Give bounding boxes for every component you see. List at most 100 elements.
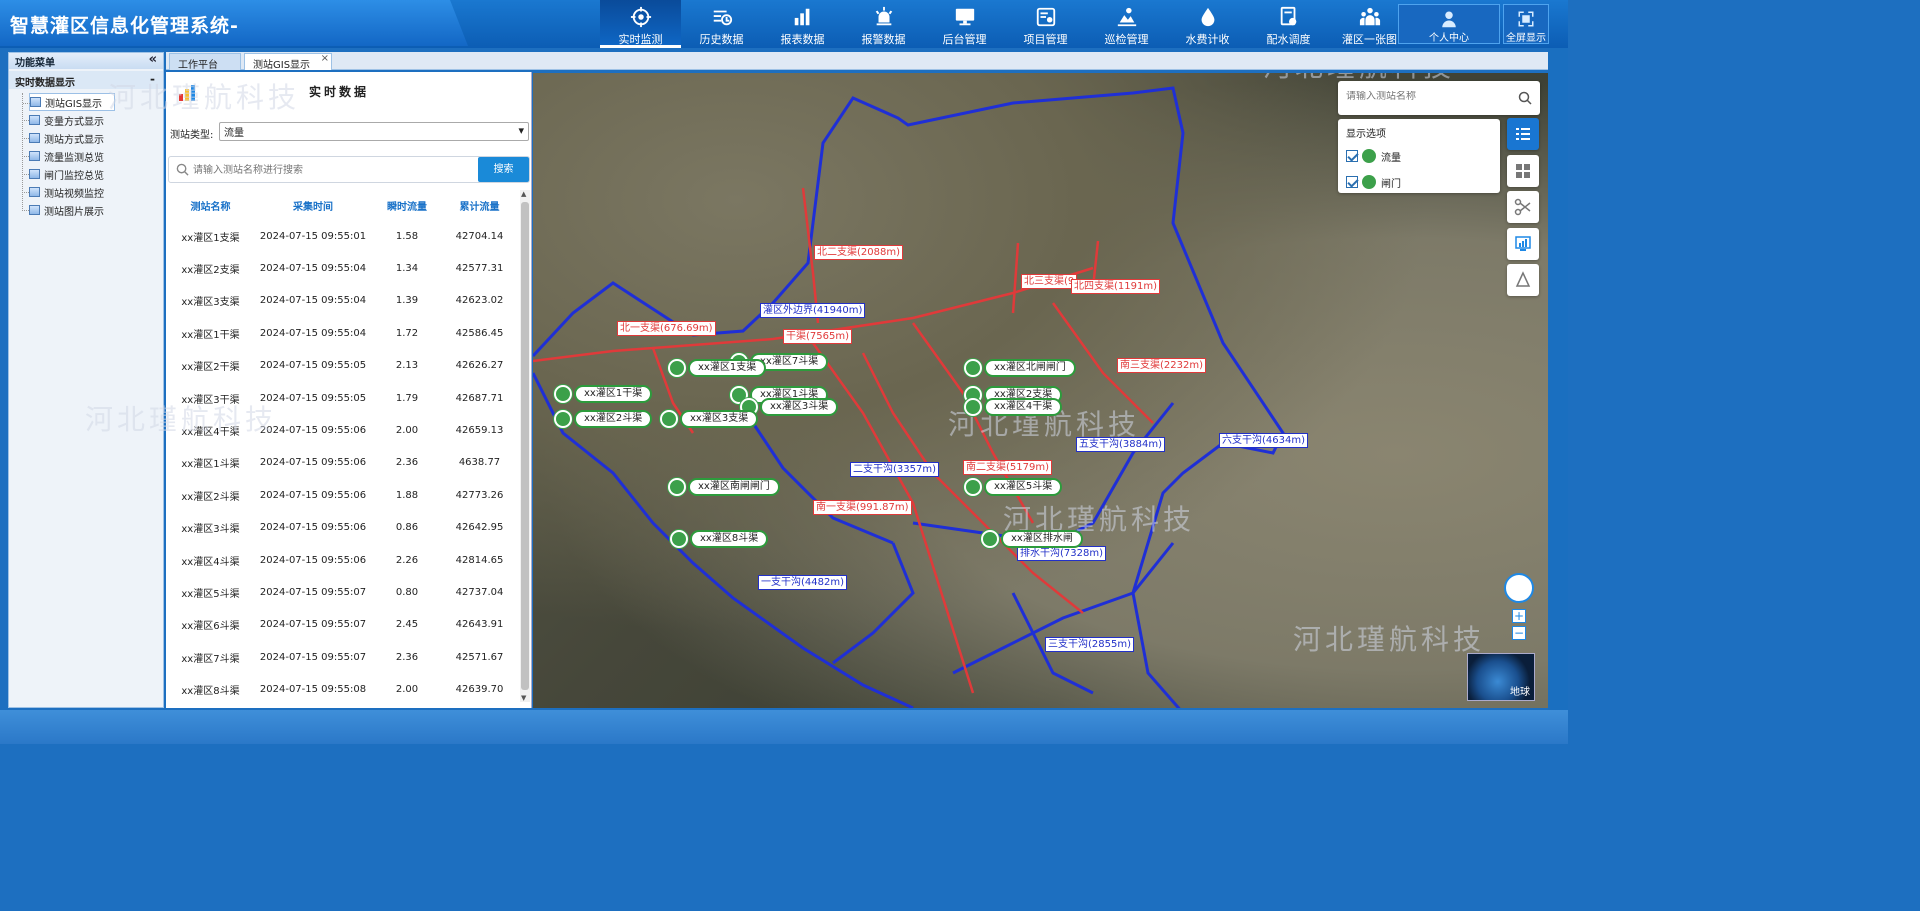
station-name: xx灌区北闸闸门 — [984, 359, 1076, 377]
collapse-sidebar-button[interactable]: « — [149, 52, 157, 67]
nav-water-fee[interactable]: 水费计收 — [1167, 0, 1248, 48]
sidebar-item-station[interactable]: 测站方式显示 — [22, 129, 163, 147]
map-station[interactable]: xx灌区2斗渠 — [554, 409, 653, 429]
canal-label[interactable]: 南一支渠(991.87m) — [813, 500, 912, 515]
station-type-select[interactable]: 流量 ▾ — [219, 122, 529, 141]
canal-label[interactable]: 北二支渠(2088m) — [814, 245, 903, 260]
table-scrollbar[interactable]: ▲ ▼ — [520, 190, 530, 702]
sidebar-group[interactable]: 实时数据显示 - — [9, 71, 163, 89]
map-station[interactable]: xx灌区1支渠 — [668, 358, 767, 378]
tab-workbench[interactable]: 工作平台 — [169, 53, 241, 71]
nav-inspection[interactable]: 巡检管理 — [1086, 0, 1167, 48]
table-row[interactable]: xx灌区2斗渠 2024-07-15 09:55:06 1.88 42773.26 — [168, 479, 518, 511]
table-cell: 42814.65 — [455, 554, 504, 566]
sidebar-item-variable[interactable]: 变量方式显示 — [22, 111, 163, 129]
table-row[interactable]: xx灌区3斗渠 2024-07-15 09:55:06 0.86 42642.95 — [168, 512, 518, 544]
table-row[interactable]: xx灌区2支渠 2024-07-15 09:55:04 1.34 42577.31 — [168, 252, 518, 284]
table-row[interactable]: xx灌区5斗渠 2024-07-15 09:55:07 0.80 42737.04 — [168, 576, 518, 608]
table-row[interactable]: xx灌区4干渠 2024-07-15 09:55:06 2.00 42659.13 — [168, 414, 518, 446]
ditch-label[interactable]: 三支干沟(2855m) — [1045, 637, 1134, 652]
search-icon[interactable] — [1518, 91, 1532, 105]
nav-project[interactable]: 项目管理 — [1005, 0, 1086, 48]
user-center-button[interactable]: 个人中心 — [1398, 4, 1500, 44]
table-row[interactable]: xx灌区1干渠 2024-07-15 09:55:04 1.72 42586.45 — [168, 317, 518, 349]
map-station[interactable]: xx灌区1干渠 — [554, 384, 653, 404]
map-station[interactable]: xx灌区8斗渠 — [670, 529, 769, 549]
nav-water-dispatch[interactable]: 配水调度 — [1248, 0, 1329, 48]
map-station[interactable]: xx灌区5斗渠 — [964, 477, 1063, 497]
checkbox-gate[interactable] — [1346, 176, 1358, 188]
nav-realtime-monitor[interactable]: 实时监测 — [600, 0, 681, 48]
fullscreen-button[interactable]: 全屏显示 — [1503, 4, 1549, 44]
table-row[interactable]: xx灌区1支渠 2024-07-15 09:55:01 1.58 42704.14 — [168, 220, 518, 252]
nav-alarm-data[interactable]: 报警数据 — [843, 0, 924, 48]
map-station[interactable]: xx灌区3支渠 — [660, 409, 759, 429]
sidebar-item-gate-overview[interactable]: 闸门监控总览 — [22, 165, 163, 183]
table-row[interactable]: xx灌区1斗渠 2024-07-15 09:55:06 2.36 4638.77 — [168, 447, 518, 479]
user-center-label: 个人中心 — [1429, 33, 1469, 44]
table-row[interactable]: xx灌区4斗渠 2024-07-15 09:55:06 2.26 42814.65 — [168, 544, 518, 576]
nav-history-data[interactable]: 历史数据 — [681, 0, 762, 48]
sidebar-item-video[interactable]: 测站视频监控 — [22, 183, 163, 201]
table-row[interactable]: xx灌区7斗渠 2024-07-15 09:55:07 2.36 42571.67 — [168, 641, 518, 673]
group-toggle-icon[interactable]: - — [150, 72, 155, 86]
table-row[interactable]: xx灌区2干渠 2024-07-15 09:55:05 2.13 42626.27 — [168, 350, 518, 382]
eraser-icon — [1515, 271, 1531, 287]
sidebar-item-flow-overview[interactable]: 流量监测总览 — [22, 147, 163, 165]
pan-control[interactable] — [1504, 573, 1534, 603]
sidebar-header: 功能菜单 « — [9, 52, 163, 69]
table-row[interactable]: xx灌区3支渠 2024-07-15 09:55:04 1.39 42623.02 — [168, 285, 518, 317]
canal-label[interactable]: 北三支渠(9 — [1021, 274, 1078, 289]
map-station[interactable]: xx灌区南闸闸门 — [668, 477, 780, 497]
table-cell: 42687.71 — [455, 392, 504, 404]
map-station[interactable]: xx灌区排水闸 — [981, 529, 1083, 549]
column-header: 累计流量 — [459, 201, 500, 213]
map-station[interactable]: xx灌区北闸闸门 — [964, 358, 1076, 378]
measure-tool-button[interactable] — [1507, 191, 1539, 223]
table-row[interactable]: xx灌区6斗渠 2024-07-15 09:55:07 2.45 42643.91 — [168, 609, 518, 641]
table-cell: 2024-07-15 09:55:01 — [259, 230, 367, 242]
canal-label[interactable]: 南二支渠(5179m) — [963, 460, 1052, 475]
station-name: xx灌区南闸闸门 — [688, 478, 780, 496]
sidebar-item-gis[interactable]: 测站GIS显示 — [23, 93, 115, 111]
station-pin-icon — [981, 530, 999, 548]
scroll-down-icon[interactable]: ▼ — [521, 694, 526, 702]
map-search-input[interactable] — [1346, 91, 1516, 102]
ditch-label[interactable]: 六支干沟(4634m) — [1219, 433, 1308, 448]
nav-backend[interactable]: 后台管理 — [924, 0, 1005, 48]
table-row[interactable]: xx灌区8斗渠 2024-07-15 09:55:08 2.00 42639.70 — [168, 673, 518, 705]
scroll-thumb[interactable] — [521, 202, 529, 690]
chart-tool-button[interactable] — [1507, 228, 1539, 260]
earth-basemap-button[interactable]: 地球 — [1467, 653, 1535, 701]
ditch-label[interactable]: 一支干沟(4482m) — [758, 575, 847, 590]
layers-button[interactable] — [1507, 118, 1539, 150]
ditch-label[interactable]: 灌区外边界(41940m) — [760, 303, 866, 318]
nav-report-data[interactable]: 报表数据 — [762, 0, 843, 48]
realtime-data-table: 测站名称 采集时间 瞬时流量 累计流量 xx灌区1支渠 2024-07-15 09… — [168, 190, 518, 706]
canal-label[interactable]: 北四支渠(1191m) — [1071, 279, 1160, 294]
sidebar-item-images[interactable]: 测站图片展示 — [22, 201, 163, 219]
table-row[interactable]: xx灌区3干渠 2024-07-15 09:55:05 1.79 42687.71 — [168, 382, 518, 414]
grid-tool-button[interactable] — [1507, 155, 1539, 187]
tab-gis-display[interactable]: 测站GIS显示 × — [244, 53, 332, 71]
clear-tool-button[interactable] — [1507, 264, 1539, 296]
ditch-label[interactable]: 二支干沟(3357m) — [850, 462, 939, 477]
table-body: xx灌区1支渠 2024-07-15 09:55:01 1.58 42704.14 xx… — [168, 220, 518, 706]
zoom-out-button[interactable]: − — [1512, 626, 1526, 640]
canal-label[interactable]: 北一支渠(676.69m) — [617, 321, 716, 336]
close-icon[interactable]: × — [321, 53, 329, 64]
option-gate[interactable]: 闸门 — [1346, 174, 1401, 190]
scroll-up-icon[interactable]: ▲ — [521, 190, 526, 198]
sidebar-tree: 测站GIS显示 变量方式显示 测站方式显示 流量监测总览 闸门监控总览 测站视频… — [9, 93, 163, 219]
zoom-in-button[interactable]: + — [1512, 609, 1526, 623]
ditch-label[interactable]: 五支干沟(3884m) — [1076, 437, 1165, 452]
station-search-input[interactable] — [193, 162, 463, 178]
canal-label[interactable]: 南三支渠(2232m) — [1117, 358, 1206, 373]
fullscreen-icon — [1518, 11, 1534, 27]
option-flow[interactable]: 流量 — [1346, 148, 1401, 164]
search-button[interactable]: 搜索 — [478, 157, 529, 182]
map-station[interactable]: xx灌区4干渠 — [964, 397, 1063, 417]
gis-map[interactable]: 河北瑾航科技 河北瑾航科技 河北瑾航科技 河北瑾航科技 北二支渠(2088m) … — [533, 73, 1548, 708]
canal-label[interactable]: 干渠(7565m) — [783, 329, 852, 344]
checkbox-flow[interactable] — [1346, 150, 1358, 162]
